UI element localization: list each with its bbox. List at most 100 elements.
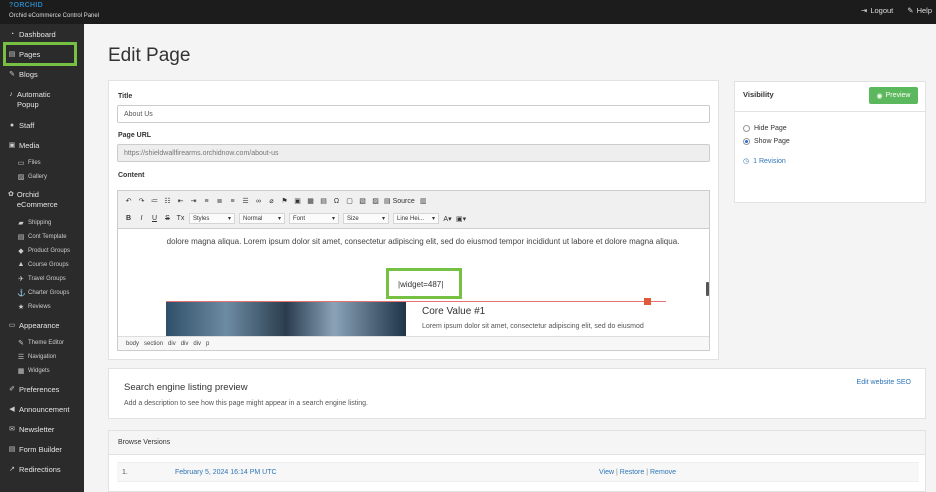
view-link[interactable]: View <box>599 469 614 476</box>
styles-dropdown-label: Styles <box>193 215 210 222</box>
sidebar-sub-product-groups[interactable]: ◆ Product Groups <box>0 247 84 255</box>
sidebar-item-redirections[interactable]: ↗ Redirections <box>0 465 84 475</box>
versions-header: Browse Versions <box>109 431 925 455</box>
ordered-list-icon[interactable]: ≔ <box>150 197 159 205</box>
bold-icon[interactable]: B <box>124 215 133 222</box>
path-item[interactable]: div <box>193 341 201 347</box>
remove-link[interactable]: Remove <box>650 469 676 476</box>
paste-icon[interactable]: ▧ <box>358 197 367 205</box>
sidebar-item-newsletter[interactable]: ✉ Newsletter <box>0 425 84 435</box>
sidebar-item-dashboard[interactable]: ◔ Dashboard <box>0 30 84 40</box>
iframe-icon[interactable]: ▢ <box>345 197 354 205</box>
sidebar-item-orchid-ecommerce[interactable]: ✿ Orchid eCommerce <box>0 190 60 210</box>
align-center-icon[interactable]: ≣ <box>215 197 224 205</box>
help-button[interactable]: ✎ Help <box>907 6 932 15</box>
path-item[interactable]: div <box>181 341 189 347</box>
undo-icon[interactable]: ↶ <box>124 197 133 205</box>
editor-scrollbar[interactable] <box>706 282 709 296</box>
horizontal-rule-icon[interactable]: ▤ <box>319 197 328 205</box>
sidebar-sub-course-groups[interactable]: ▲ Course Groups <box>0 261 84 268</box>
chevron-down-icon: ▾ <box>431 216 435 222</box>
sidebar-sub-reviews[interactable]: ★ Reviews <box>0 303 84 311</box>
remove-format-icon[interactable]: Tx <box>176 215 185 222</box>
sidebar-sub-cont-template[interactable]: ▤ Cont Template <box>0 233 84 241</box>
sidebar-sub-widgets[interactable]: ▦ Widgets <box>0 367 84 375</box>
brush-icon: ✎ <box>18 340 24 347</box>
sidebar-item-announcement[interactable]: ◀ Announcement <box>0 405 84 415</box>
italic-icon[interactable]: I <box>137 215 146 222</box>
unlink-icon[interactable]: ⌀ <box>267 197 276 205</box>
editor-toolbar-top: ↶ ↷ ≔ ☷ ⇤ ⇥ ≡ ≣ ≡ ☰ ∞ ⌀ ⚑ ▣ ▦ ▤ Ω ▢ ▧ ▨ <box>118 191 709 211</box>
sidebar-item-staff[interactable]: ● Staff <box>0 121 84 131</box>
indent-icon[interactable]: ⇥ <box>189 197 198 205</box>
brand-logo[interactable]: ?ORCHID <box>9 2 43 9</box>
version-date-link[interactable]: February 5, 2024 16:14 PM UTC <box>175 469 277 476</box>
image-icon[interactable]: ▣ <box>293 197 302 205</box>
logout-button[interactable]: ⇥ Logout <box>861 6 893 15</box>
sidebar-sub-files[interactable]: ▭ Files <box>0 159 84 167</box>
source-button[interactable]: ▤ Source <box>384 197 415 205</box>
paste-text-icon[interactable]: ▨ <box>371 197 380 205</box>
font-dropdown[interactable]: Font ▾ <box>289 213 339 224</box>
title-input[interactable]: About Us <box>117 105 710 123</box>
sidebar-sub-charter-groups[interactable]: ⚓ Charter Groups <box>0 289 84 297</box>
flag-icon[interactable]: ⚑ <box>280 197 289 205</box>
path-item[interactable]: p <box>206 341 209 347</box>
sidebar-item-media[interactable]: ▣ Media <box>0 141 84 151</box>
editor-content-area[interactable]: dolore magna aliqua. Lorem ipsum dolor s… <box>118 230 709 338</box>
chevron-down-icon: ▾ <box>381 216 385 222</box>
special-char-icon[interactable]: Ω <box>332 198 341 205</box>
outdent-icon[interactable]: ⇤ <box>176 197 185 205</box>
page-url-field[interactable]: https://shieldwallfirearms.orchidnow.com… <box>117 144 710 162</box>
tag-icon: ◆ <box>18 248 24 255</box>
element-path-bar: body section div div div p <box>118 336 709 350</box>
align-right-icon[interactable]: ≡ <box>228 198 237 205</box>
path-item[interactable]: body <box>126 341 139 347</box>
sidebar-sub-travel-groups[interactable]: ✈ Travel Groups <box>0 275 84 283</box>
rich-text-editor[interactable]: ↶ ↷ ≔ ☷ ⇤ ⇥ ≡ ≣ ≡ ☰ ∞ ⌀ ⚑ ▣ ▦ ▤ Ω ▢ ▧ ▨ <box>117 190 710 351</box>
sidebar-item-blogs[interactable]: ✎ Blogs <box>0 70 84 80</box>
restore-link[interactable]: Restore <box>620 469 645 476</box>
styles-dropdown[interactable]: Styles ▾ <box>189 213 235 224</box>
sidebar-item-label: Blogs <box>19 70 38 79</box>
template-icon[interactable]: ▥ <box>419 197 428 205</box>
background-color-icon[interactable]: ▣▾ <box>456 215 466 223</box>
path-item[interactable]: div <box>168 341 176 347</box>
show-page-option[interactable]: Show Page <box>743 138 790 145</box>
justify-icon[interactable]: ☰ <box>241 197 250 205</box>
sidebar-sub-shipping[interactable]: ▰ Shipping <box>0 219 84 227</box>
sidebar-item-form-builder[interactable]: ▤ Form Builder <box>0 445 84 455</box>
redo-icon[interactable]: ↷ <box>137 197 146 205</box>
edit-seo-link[interactable]: Edit website SEO <box>857 379 911 386</box>
revision-link[interactable]: ◷ 1 Revision <box>743 157 786 166</box>
link-icon[interactable]: ∞ <box>254 198 263 205</box>
preview-button[interactable]: ◉ Preview <box>869 87 918 104</box>
bullet-list-icon[interactable]: ☷ <box>163 197 172 205</box>
sidebar-sub-label: Widgets <box>28 368 50 374</box>
size-dropdown[interactable]: Size ▾ <box>343 213 389 224</box>
core-value-image <box>166 302 406 338</box>
orchid-icon: ✿ <box>8 191 14 198</box>
line-height-dropdown[interactable]: Line Hei... ▾ <box>393 213 439 224</box>
sidebar-item-appearance[interactable]: ▭ Appearance <box>0 321 84 331</box>
underline-icon[interactable]: U <box>150 215 159 222</box>
list-icon: ☰ <box>17 354 25 361</box>
sidebar-sub-gallery[interactable]: ▨ Gallery <box>0 173 84 181</box>
table-icon[interactable]: ▦ <box>306 197 315 205</box>
sidebar-item-preferences[interactable]: ✐ Preferences <box>0 385 84 395</box>
show-page-radio[interactable] <box>743 138 750 145</box>
editor-paragraph: dolore magna aliqua. Lorem ipsum dolor s… <box>166 237 680 246</box>
text-color-icon[interactable]: A▾ <box>443 215 452 223</box>
align-left-icon[interactable]: ≡ <box>202 198 211 205</box>
hide-page-option[interactable]: Hide Page <box>743 125 787 132</box>
sidebar-sub-navigation[interactable]: ☰ Navigation <box>0 353 84 361</box>
format-dropdown[interactable]: Normal ▾ <box>239 213 285 224</box>
sidebar-sub-theme-editor[interactable]: ✎ Theme Editor <box>0 339 84 347</box>
seo-title: Search engine listing preview <box>124 382 248 393</box>
sidebar-item-automatic-popup[interactable]: ♪ Automatic Popup <box>0 90 60 110</box>
path-item[interactable]: section <box>144 341 163 347</box>
widget-handle-icon[interactable] <box>644 298 651 305</box>
strikethrough-icon[interactable]: S <box>163 215 172 222</box>
sidebar-sub-label: Navigation <box>28 354 57 360</box>
hide-page-radio[interactable] <box>743 125 750 132</box>
